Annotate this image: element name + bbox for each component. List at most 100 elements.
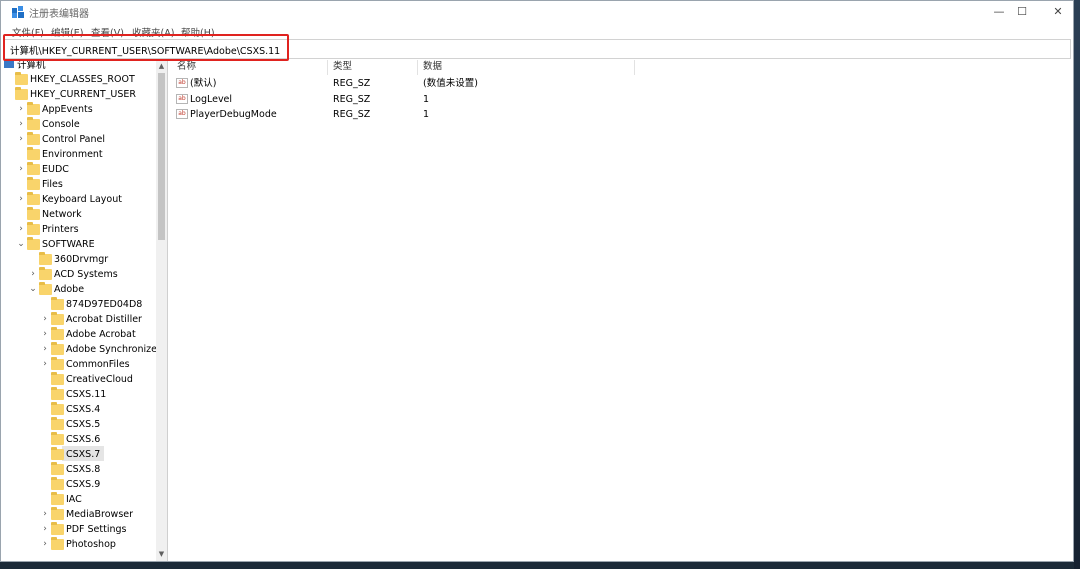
tree-item[interactable]: CreativeCloud	[2, 372, 154, 387]
address-highlight-annotation	[3, 34, 289, 61]
tree-item[interactable]: 360Drvmgr	[2, 252, 154, 267]
tree-item[interactable]: › Console	[2, 117, 154, 132]
tree-item[interactable]: › Adobe Acrobat	[2, 327, 154, 342]
chevron-right-icon[interactable]: ›	[40, 507, 50, 522]
chevron-right-icon[interactable]: ›	[16, 102, 26, 117]
folder-icon	[39, 282, 52, 295]
string-value-icon: ab	[176, 109, 188, 119]
chevron-down-icon[interactable]: ⌄	[16, 237, 26, 252]
list-item[interactable]: ab (默认) REG_SZ (数值未设置)	[172, 76, 672, 91]
tree-item[interactable]: › MediaBrowser	[2, 507, 154, 522]
title-bar: 注册表编辑器 — ☐ ✕	[1, 1, 1073, 23]
tree-item[interactable]: CSXS.6	[2, 432, 154, 447]
column-divider[interactable]	[634, 60, 635, 75]
tree-label: Files	[42, 179, 63, 190]
tree-label: Network	[42, 209, 82, 220]
tree-item[interactable]: CSXS.4	[2, 402, 154, 417]
tree-item[interactable]: › CommonFiles	[2, 357, 154, 372]
value-data: 1	[423, 109, 430, 120]
tree-scrollbar[interactable]: ▲ ▼	[156, 60, 167, 561]
column-header-data[interactable]: 数据	[423, 60, 442, 74]
tree-item[interactable]: Network	[2, 207, 154, 222]
tree-item[interactable]: Environment	[2, 147, 154, 162]
tree-label: PDF Settings	[66, 524, 127, 535]
string-value-icon: ab	[176, 94, 188, 104]
tree-label: 360Drvmgr	[54, 254, 109, 265]
tree-item[interactable]: CSXS.7	[2, 447, 154, 462]
chevron-down-icon[interactable]: ⌄	[28, 282, 38, 297]
tree-item[interactable]: IAC	[2, 492, 154, 507]
tree-label: 874D97ED04D8	[66, 299, 143, 310]
tree-label: CSXS.5	[66, 419, 101, 430]
tree-item[interactable]: ⌄ SOFTWARE	[2, 237, 154, 252]
tree-item[interactable]: › EUDC	[2, 162, 154, 177]
tree-label: Control Panel	[42, 134, 105, 145]
tree-label: Console	[42, 119, 80, 130]
tree-item[interactable]: › PDF Settings	[2, 522, 154, 537]
folder-icon	[27, 237, 40, 250]
chevron-right-icon[interactable]: ›	[40, 342, 50, 357]
close-button[interactable]: ✕	[1035, 1, 1073, 23]
tree-item[interactable]: › Photoshop	[2, 537, 154, 552]
folder-icon	[51, 522, 64, 535]
tree-item[interactable]: › Adobe Synchronizer	[2, 342, 161, 357]
tree-item[interactable]: Files	[2, 177, 154, 192]
folder-icon	[51, 492, 64, 505]
column-divider[interactable]	[417, 60, 418, 75]
chevron-right-icon[interactable]: ›	[40, 537, 50, 552]
tree-item[interactable]: CSXS.11	[2, 387, 154, 402]
scroll-up-icon[interactable]: ▲	[156, 60, 167, 72]
chevron-right-icon[interactable]: ›	[16, 117, 26, 132]
scroll-thumb[interactable]	[158, 73, 165, 240]
folder-icon	[27, 207, 40, 220]
folder-icon	[51, 312, 64, 325]
tree-item[interactable]: HKEY_CURRENT_USER	[2, 87, 154, 102]
folder-icon	[51, 417, 64, 430]
tree-item[interactable]: › AppEvents	[2, 102, 154, 117]
chevron-right-icon[interactable]: ›	[40, 357, 50, 372]
chevron-right-icon[interactable]: ›	[16, 192, 26, 207]
folder-icon	[51, 507, 64, 520]
tree-item[interactable]: CSXS.8	[2, 462, 154, 477]
maximize-icon: ☐	[1017, 5, 1027, 18]
folder-icon	[51, 342, 64, 355]
value-data: (数值未设置)	[423, 78, 478, 89]
tree-item[interactable]: › Acrobat Distiller	[2, 312, 154, 327]
tree-label: CommonFiles	[66, 359, 130, 370]
tree-label: CSXS.7	[66, 449, 101, 460]
tree-item[interactable]: CSXS.5	[2, 417, 154, 432]
close-icon: ✕	[1053, 5, 1063, 18]
tree-item[interactable]: › Control Panel	[2, 132, 154, 147]
folder-icon	[27, 222, 40, 235]
chevron-right-icon[interactable]: ›	[16, 222, 26, 237]
tree-label: Acrobat Distiller	[66, 314, 142, 325]
chevron-right-icon[interactable]: ›	[28, 267, 38, 282]
chevron-right-icon[interactable]: ›	[16, 162, 26, 177]
string-value-icon: ab	[176, 78, 188, 88]
list-item[interactable]: ab PlayerDebugMode REG_SZ 1	[172, 107, 672, 122]
column-header-type[interactable]: 类型	[333, 60, 352, 74]
tree-item[interactable]: HKEY_CLASSES_ROOT	[2, 72, 154, 87]
tree-label: Adobe Synchronizer	[66, 344, 161, 355]
tree-label: IAC	[66, 494, 82, 505]
column-divider[interactable]	[327, 60, 328, 75]
tree-item[interactable]: CSXS.9	[2, 477, 154, 492]
tree-item[interactable]: › Keyboard Layout	[2, 192, 154, 207]
tree-item[interactable]: › ACD Systems	[2, 267, 154, 282]
chevron-right-icon[interactable]: ›	[40, 312, 50, 327]
tree-label: Adobe Acrobat	[66, 329, 136, 340]
tree-item[interactable]: ⌄ Adobe	[2, 282, 154, 297]
value-type: REG_SZ	[333, 78, 371, 89]
column-header-name[interactable]: 名称	[177, 60, 196, 74]
folder-icon	[51, 402, 64, 415]
tree-item[interactable]: 874D97ED04D8	[2, 297, 154, 312]
value-name: PlayerDebugMode	[190, 109, 277, 120]
list-item[interactable]: ab LogLevel REG_SZ 1	[172, 92, 672, 107]
tree-item[interactable]: › Printers	[2, 222, 154, 237]
scroll-down-icon[interactable]: ▼	[156, 548, 167, 560]
folder-icon	[51, 327, 64, 340]
folder-icon	[39, 252, 52, 265]
chevron-right-icon[interactable]: ›	[40, 327, 50, 342]
chevron-right-icon[interactable]: ›	[16, 132, 26, 147]
chevron-right-icon[interactable]: ›	[40, 522, 50, 537]
